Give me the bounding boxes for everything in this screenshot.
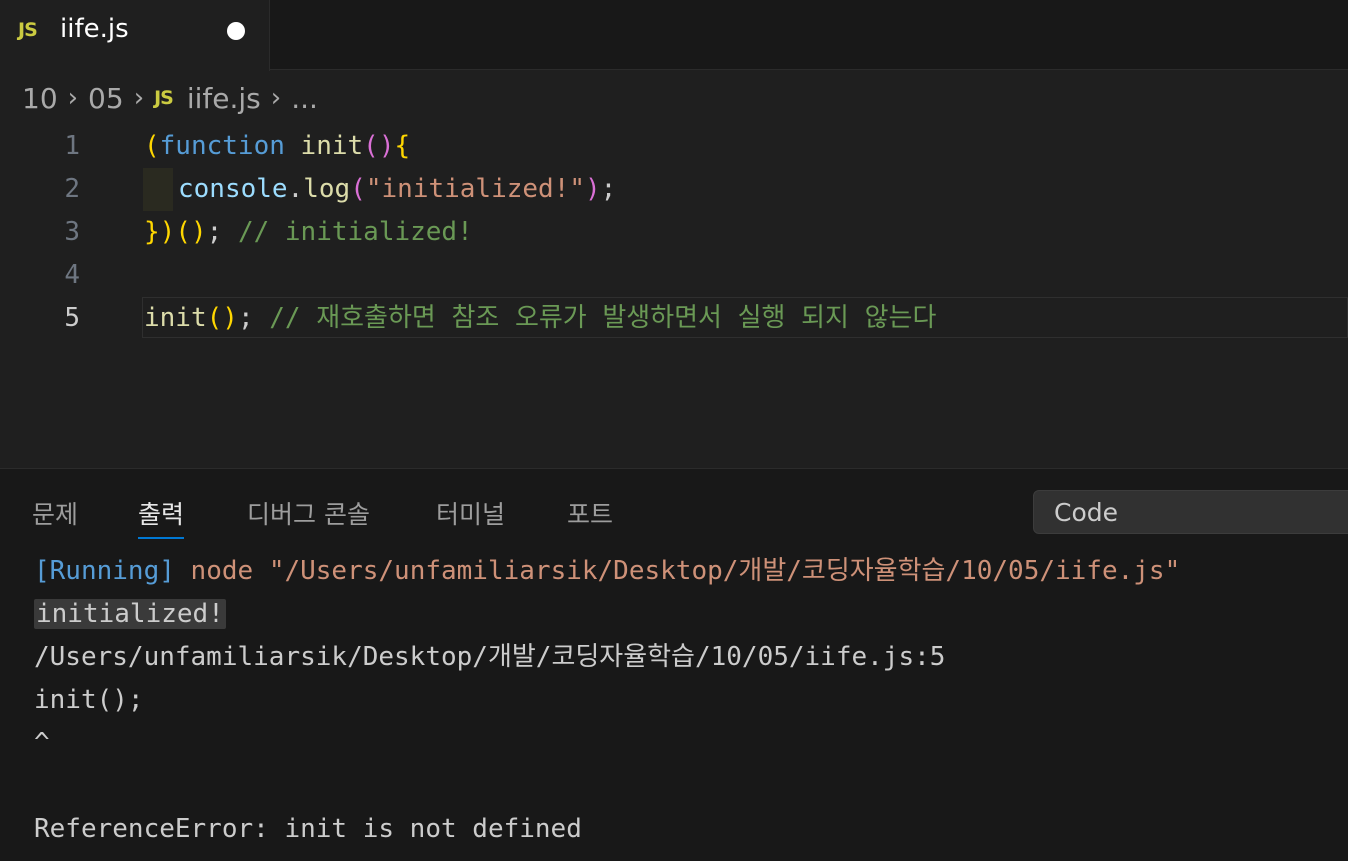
line-number: 3: [64, 217, 80, 247]
js-file-icon: JS: [18, 19, 38, 41]
tab-iife-js[interactable]: JS iife.js: [0, 0, 270, 71]
code-text: init(); // 재호출하면 참조 오류가 발생하면서 실행 되지 않는다: [144, 303, 937, 333]
code-line-3: 3 })(); // initialized!: [0, 211, 1348, 254]
code-line-5: 5 init(); // 재호출하면 참조 오류가 발생하면서 실행 되지 않는…: [0, 297, 1348, 340]
breadcrumb-file[interactable]: iife.js: [187, 82, 261, 115]
chevron-right-icon: ›: [67, 83, 79, 113]
output-line: init();: [34, 685, 144, 715]
code-line-4: 4: [0, 254, 1348, 297]
js-file-icon: JS: [154, 87, 174, 109]
output-line-error: ReferenceError: init is not defined: [34, 814, 582, 844]
editor-tab-bar: JS iife.js: [0, 0, 1348, 71]
output-panel: 문제 출력 디버그 콘솔 터미널 포트 Code [Running] node …: [0, 468, 1348, 861]
code-line-1: 1 (function init(){: [0, 125, 1348, 168]
output-line: /Users/unfamiliarsik/Desktop/개발/코딩자율학습/1…: [34, 642, 946, 672]
unsaved-dot-icon[interactable]: [227, 22, 245, 40]
line-number: 2: [64, 174, 80, 204]
tab-label: iife.js: [60, 14, 129, 44]
code-editor[interactable]: 1 (function init(){ 2 console.log("initi…: [0, 125, 1348, 465]
line-number: 4: [64, 260, 80, 290]
tab-problems[interactable]: 문제: [32, 495, 78, 531]
output-channel-select[interactable]: Code: [1033, 490, 1348, 534]
breadcrumb-folder-05[interactable]: 05: [88, 82, 124, 115]
line-number: 1: [64, 131, 80, 161]
chevron-right-icon: ›: [133, 83, 145, 113]
tab-ports[interactable]: 포트: [567, 495, 613, 531]
indent-guide: [143, 168, 173, 211]
output-line: ^: [34, 728, 50, 758]
code-text: (function init(){: [144, 131, 411, 161]
code-line-2: 2 console.log("initialized!");: [0, 168, 1348, 211]
output-line: initialized!: [34, 599, 226, 629]
output-line-running: [Running] node "/Users/unfamiliarsik/Des…: [34, 556, 1181, 586]
chevron-right-icon: ›: [270, 83, 282, 113]
code-text: console.log("initialized!");: [178, 174, 617, 204]
breadcrumb-more[interactable]: ...: [291, 82, 318, 115]
code-text: })(); // initialized!: [144, 217, 473, 247]
breadcrumb: 10 › 05 › JS iife.js › ...: [22, 80, 318, 116]
tab-terminal[interactable]: 터미널: [436, 495, 505, 531]
tab-debug-console[interactable]: 디버그 콘솔: [247, 495, 370, 531]
active-tab-underline: [138, 537, 185, 539]
output-channel-value: Code: [1054, 498, 1119, 527]
tab-output[interactable]: 출력: [138, 495, 185, 539]
panel-tab-bar: 문제 출력 디버그 콘솔 터미널 포트 Code: [0, 469, 1348, 549]
line-number: 5: [64, 303, 80, 333]
breadcrumb-folder-10[interactable]: 10: [22, 82, 58, 115]
